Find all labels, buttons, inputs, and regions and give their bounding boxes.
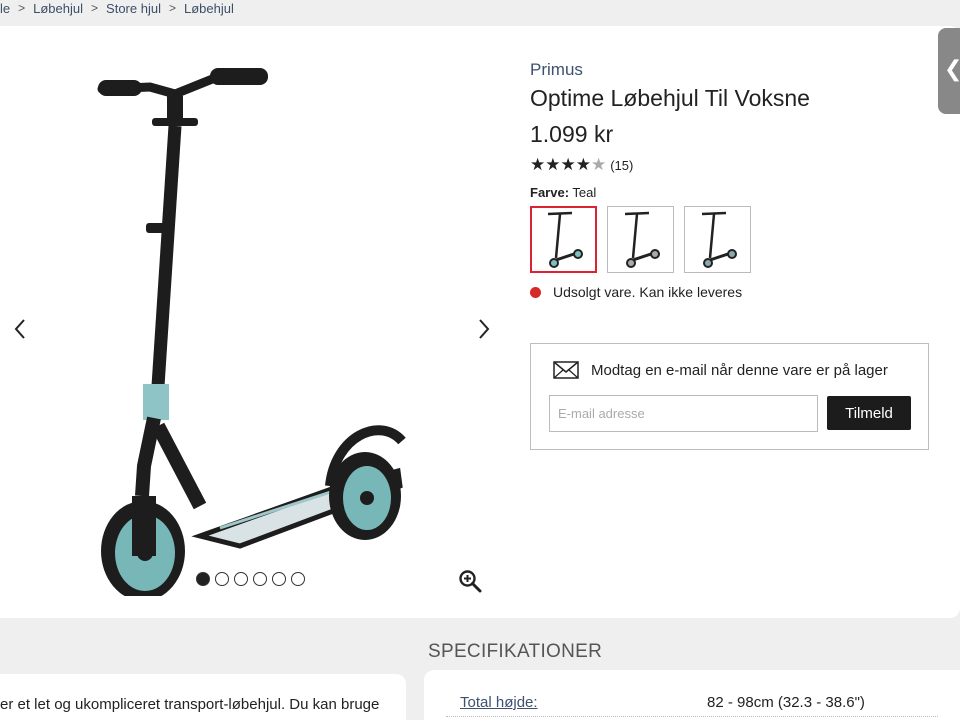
scooter-thumbnail-icon <box>701 211 737 268</box>
email-field[interactable] <box>549 395 818 432</box>
zoom-in-icon[interactable] <box>458 569 482 593</box>
spec-label-total-height[interactable]: Total højde: <box>460 694 538 711</box>
color-swatches <box>530 206 751 273</box>
spec-row-divider <box>446 716 938 717</box>
image-pagination <box>196 572 305 586</box>
image-dot[interactable] <box>253 572 267 586</box>
color-swatch-option-2[interactable] <box>607 206 674 273</box>
stock-status: Udsolgt vare. Kan ikke leveres <box>530 284 742 300</box>
out-of-stock-dot-icon <box>530 286 541 298</box>
color-selector-label: Farve: Teal <box>530 185 596 200</box>
image-dot[interactable] <box>234 572 248 586</box>
brand-name[interactable]: Primus <box>530 60 583 80</box>
scooter-thumbnail-icon <box>624 211 660 268</box>
chevron-right-icon: > <box>91 1 99 15</box>
color-value: Teal <box>572 185 597 200</box>
image-dot[interactable] <box>272 572 286 586</box>
color-swatch-option-3[interactable] <box>684 206 751 273</box>
breadcrumb-item[interactable]: Store hjul <box>106 1 161 16</box>
next-image-arrow-icon[interactable] <box>474 316 494 342</box>
rating-stars: ★★★★★ <box>530 155 607 174</box>
stock-status-text: Udsolgt vare. Kan ikke leveres <box>553 284 743 300</box>
breadcrumb: le > Løbehjul > Store hjul > Løbehjul <box>0 0 234 16</box>
chevron-right-icon: > <box>168 1 176 15</box>
notification-heading-text: Modtag en e-mail når denne vare er på la… <box>591 361 888 379</box>
stock-notification-box: Modtag en e-mail når denne vare er på la… <box>530 343 929 450</box>
image-dot[interactable] <box>215 572 229 586</box>
side-panel-tab[interactable]: ❮ <box>938 28 960 114</box>
breadcrumb-item[interactable]: le <box>0 1 10 16</box>
chevron-left-icon: ❮ <box>944 56 960 82</box>
scooter-thumbnail-icon <box>547 211 583 268</box>
specifications-heading: SPECIFIKATIONER <box>428 641 603 662</box>
product-price: 1.099 kr <box>530 121 614 147</box>
product-rating[interactable]: ★★★★★ (15) <box>530 155 633 175</box>
previous-image-arrow-icon[interactable] <box>10 316 30 342</box>
rating-count: (15) <box>610 157 634 173</box>
spec-value-total-height: 82 - 98cm (32.3 - 38.6") <box>707 694 865 711</box>
product-image[interactable] <box>80 66 420 596</box>
product-title: Optime Løbehjul Til Voksne <box>530 85 810 111</box>
description-text: er et let og ukompliceret transport-løbe… <box>0 696 380 713</box>
image-dot[interactable] <box>291 572 305 586</box>
subscribe-button[interactable]: Tilmeld <box>827 396 911 430</box>
notification-heading: Modtag en e-mail når denne vare er på la… <box>553 361 888 379</box>
envelope-icon <box>553 361 579 379</box>
image-dot[interactable] <box>196 572 210 586</box>
breadcrumb-item[interactable]: Løbehjul <box>33 1 83 16</box>
color-label: Farve: <box>530 185 570 200</box>
product-gallery <box>0 26 500 618</box>
breadcrumb-item[interactable]: Løbehjul <box>184 1 234 16</box>
chevron-right-icon: > <box>18 1 26 15</box>
color-swatch-teal[interactable] <box>530 206 597 273</box>
